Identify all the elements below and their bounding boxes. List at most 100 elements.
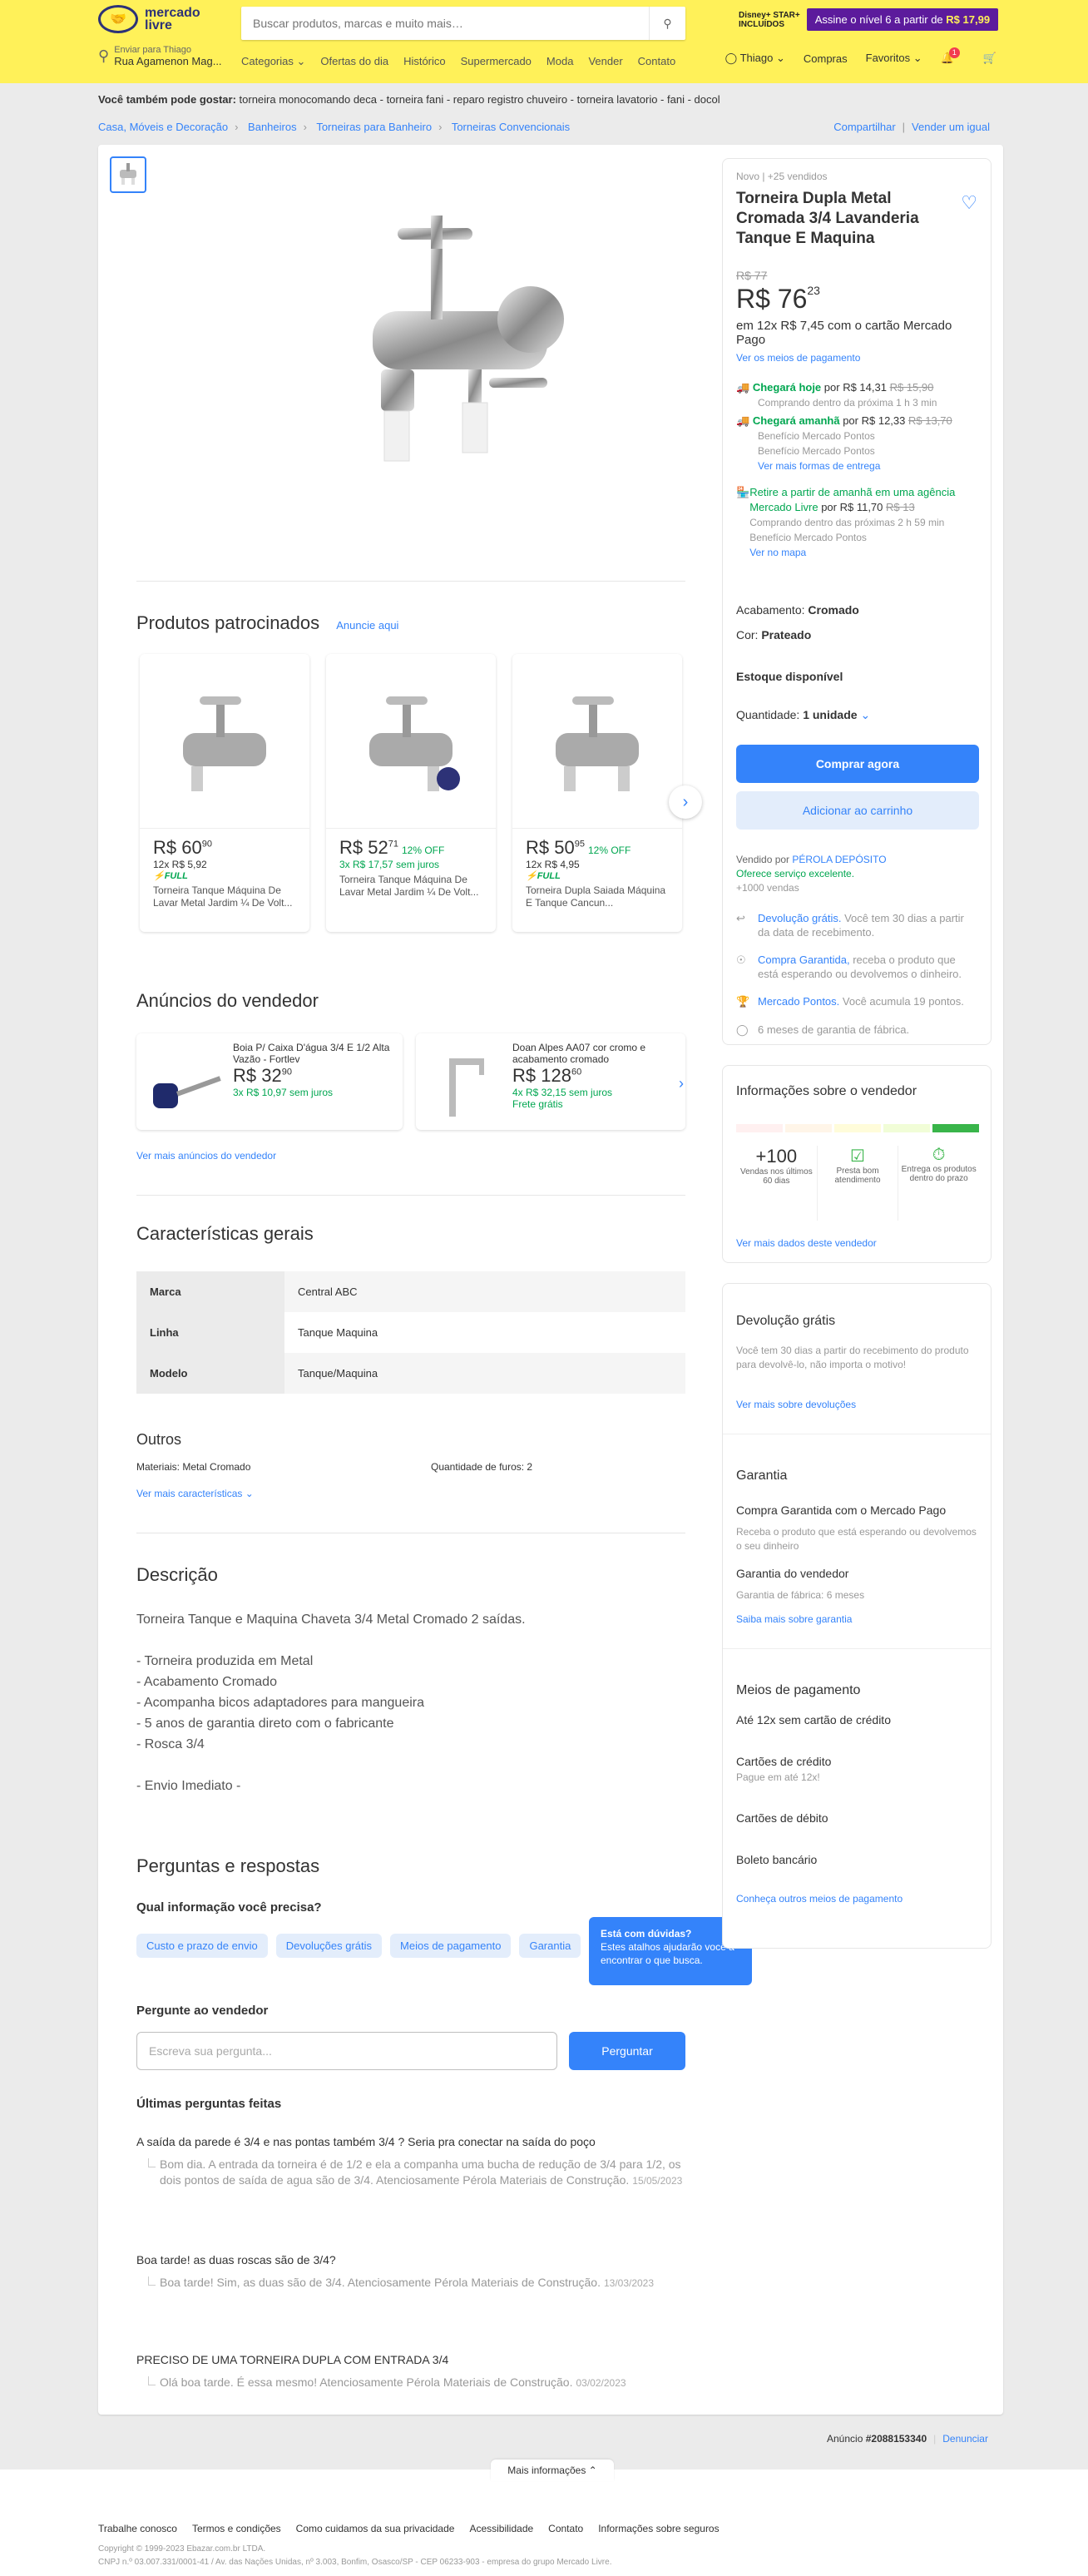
last-questions-title: Últimas perguntas feitas <box>136 2097 282 2111</box>
pickup-option: 🏪 Retire a partir de amanhã em uma agênci… <box>736 485 981 560</box>
footer-link[interactable]: Como cuidamos da sua privacidade <box>296 2523 455 2534</box>
logo[interactable]: 🤝 mercado livre <box>98 5 200 33</box>
return-icon: ↩ <box>736 912 745 924</box>
sell-same-link[interactable]: Vender um igual <box>912 121 990 133</box>
more-info-tab[interactable]: Mais informações ⌃ <box>491 2460 614 2481</box>
search-button[interactable]: ⚲ <box>649 7 685 40</box>
advertise-link[interactable]: Anuncie aqui <box>336 619 398 632</box>
footer-link[interactable]: Trabalhe conosco <box>98 2523 177 2534</box>
chip-warranty[interactable]: Garantia <box>519 1934 581 1958</box>
return-link[interactable]: Devolução grátis. <box>758 912 841 924</box>
product-thumbnail <box>512 654 682 829</box>
cart-button[interactable]: 🛒 <box>983 52 997 65</box>
breadcrumb-item[interactable]: Torneiras para Banheiro <box>316 121 432 133</box>
rep-segment <box>736 1124 783 1132</box>
spec-key: Linha <box>136 1312 284 1353</box>
more-payment-link[interactable]: Conheça outros meios de pagamento <box>736 1893 903 1905</box>
faucet-image <box>373 215 564 462</box>
sponsored-product-card[interactable]: R$ 509512% OFF 12x R$ 4,95 ⚡FULL Torneira D… <box>512 654 682 932</box>
promo-button[interactable]: Assine o nível 6 a partir de R$ 17,99 <box>806 8 999 31</box>
more-returns-link[interactable]: Ver mais sobre devoluções <box>736 1399 856 1410</box>
protect-link[interactable]: Compra Garantida, <box>758 954 850 966</box>
footer-link[interactable]: Contato <box>548 2523 583 2534</box>
chip-shipping[interactable]: Custo e prazo de envio <box>136 1934 268 1958</box>
chip-returns[interactable]: Devoluções grátis <box>275 1934 383 1958</box>
more-seller-ads-link[interactable]: Ver mais anúncios do vendedor <box>136 1150 276 1162</box>
full-label: FULL <box>164 871 188 881</box>
sponsored-product-card[interactable]: R$ 527112% OFF 3x R$ 17,57 sem juros Torne… <box>326 654 496 932</box>
nav-item-contact[interactable]: Contato <box>638 55 676 68</box>
spec-key: Marca <box>136 1271 284 1312</box>
rep-segment <box>883 1124 930 1132</box>
favorites-menu[interactable]: Favoritos ⌄ <box>866 52 922 65</box>
footer-link[interactable]: Termos e condições <box>192 2523 281 2534</box>
search-input[interactable] <box>241 7 649 40</box>
promo-banner[interactable]: Disney+ STAR+ INCLUÍDOS Assine o nível 6 … <box>739 8 999 31</box>
seller-ad-card[interactable]: Boia P/ Caixa D'água 3/4 E 1/2 Alta Vazã… <box>136 1033 403 1130</box>
add-to-cart-button[interactable]: Adicionar ao carrinho <box>736 791 979 830</box>
report-link[interactable]: Denunciar <box>942 2433 988 2445</box>
address-selector[interactable]: ⚲ Enviar para Thiago Rua Agamenon Mag... <box>98 45 222 67</box>
chevron-down-icon: ⌄ <box>860 708 871 721</box>
nav-item-sell[interactable]: Vender <box>588 55 622 68</box>
more-specs-link[interactable]: Ver mais características ⌄ <box>136 1488 254 1499</box>
answer-date: 15/05/2023 <box>632 2175 683 2187</box>
notifications-button[interactable]: 🔔1 <box>941 47 965 65</box>
see-map-link[interactable]: Ver no mapa <box>749 547 806 558</box>
breadcrumb-item[interactable]: Casa, Móveis e Decoração <box>98 121 228 133</box>
question-input[interactable]: Escreva sua pergunta... <box>136 2032 557 2070</box>
nav-item-supermarket[interactable]: Supermercado <box>461 55 532 68</box>
spec-key: Modelo <box>136 1353 284 1394</box>
spec-material: Materiais: Metal Cromado <box>136 1461 250 1473</box>
tooltip-text: Estes atalhos ajudarão você a encontrar … <box>601 1941 734 1966</box>
share-link[interactable]: Compartilhar <box>833 121 895 133</box>
quantity-selector[interactable]: Quantidade: 1 unidade ⌄ <box>736 708 870 722</box>
footer-link[interactable]: Acessibilidade <box>469 2523 533 2534</box>
seller-ad-card[interactable]: Doan Alpes AA07 cor cromo e acabamento c… <box>416 1033 685 1130</box>
qty-label: Quantidade: <box>736 708 800 721</box>
chip-payment[interactable]: Meios de pagamento <box>390 1934 512 1958</box>
warranty-protect: Compra Garantida com o Mercado Pago <box>736 1503 947 1517</box>
gallery-thumbnail[interactable] <box>110 156 146 193</box>
user-nav: ◯ Thiago ⌄ Compras Favoritos ⌄ 🔔1 🛒 <box>725 47 997 65</box>
footer-link[interactable]: Informações sobre seguros <box>598 2523 719 2534</box>
seller-ad-cents: 90 <box>281 1067 292 1077</box>
nav-item-fashion[interactable]: Moda <box>546 55 574 68</box>
also-like-links[interactable]: torneira monocomando deca - torneira fan… <box>240 93 720 106</box>
finish-attribute: Acabamento: Cromado <box>736 603 859 617</box>
ask-button[interactable]: Perguntar <box>569 2032 685 2070</box>
buy-now-button[interactable]: Comprar agora <box>736 745 979 783</box>
rep-segment <box>834 1124 881 1132</box>
product-thumbnail <box>326 654 496 829</box>
breadcrumb-separator-icon: › <box>235 121 239 133</box>
more-warranty-link[interactable]: Saiba mais sobre garantia <box>736 1613 852 1625</box>
breadcrumb-item[interactable]: Torneiras Convencionais <box>452 121 570 133</box>
product-image[interactable] <box>348 178 581 528</box>
qty-value: 1 unidade <box>803 708 858 721</box>
more-shipping-link[interactable]: Ver mais formas de entrega <box>736 460 880 472</box>
promo-brand: Disney+ STAR+ <box>739 10 800 20</box>
nav-item-history[interactable]: Histórico <box>403 55 446 68</box>
breadcrumb-item[interactable]: Banheiros <box>248 121 297 133</box>
purchases-link[interactable]: Compras <box>804 52 848 65</box>
answer-date: 03/02/2023 <box>576 2377 626 2389</box>
carousel-next-button[interactable]: › <box>669 785 702 819</box>
points-link[interactable]: Mercado Pontos. <box>758 995 839 1008</box>
seller-link[interactable]: PÉROLA DEPÓSITO <box>792 854 886 865</box>
promo-brand-sub: INCLUÍDOS <box>739 19 784 29</box>
warranty-seller-text: Garantia de fábrica: 6 meses <box>736 1589 865 1601</box>
favorite-heart-icon[interactable]: ♡ <box>961 192 977 214</box>
chevron-right-icon[interactable]: › <box>679 1075 684 1092</box>
ask-label: Pergunte ao vendedor <box>136 2004 269 2018</box>
more-seller-data-link[interactable]: Ver mais dados deste vendedor <box>736 1237 877 1249</box>
header: 🤝 mercadolivre ⚲ Disney+ STAR+INCLUÍDOS … <box>0 0 1088 83</box>
payment-methods-link[interactable]: Ver os meios de pagamento <box>736 352 860 364</box>
company-address: CNPJ n.º 03.007.331/0001-41 / Av. das Na… <box>98 2558 612 2567</box>
sponsored-product-card[interactable]: R$ 6090 12x R$ 5,92 ⚡FULL Torneira Tanque M… <box>140 654 309 932</box>
notification-badge: 1 <box>948 47 960 58</box>
nav-item-categories[interactable]: Categorias ⌄ <box>241 55 305 68</box>
nav-item-offers[interactable]: Ofertas do dia <box>320 55 388 68</box>
user-menu[interactable]: ◯ Thiago ⌄ <box>725 52 785 65</box>
free-shipping-label: Frete grátis <box>512 1098 563 1110</box>
points-info: 🏆 Mercado Pontos. Você acumula 19 pontos. <box>736 994 977 1008</box>
